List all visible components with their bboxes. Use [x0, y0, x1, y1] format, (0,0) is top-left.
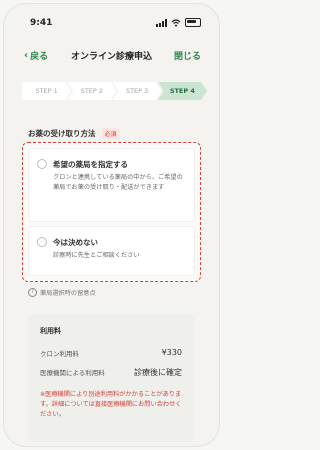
step-4-current: STEP 4	[157, 82, 207, 100]
fee-row: 医療機関による利用料 診療後に確定	[40, 367, 182, 378]
fee-card: 利用料 クロン利用料 ¥330 医療機関による利用料 診療後に確定 ※医療機関に…	[28, 314, 194, 442]
step-progress: STEP 1 STEP 2 STEP 3 STEP 4	[22, 82, 207, 100]
option-description: クロンと連携している薬局の中から、ご希望の薬局でお薬の受け取り・配送ができます	[53, 174, 183, 191]
receipt-options-group: 希望の薬局を指定する クロンと連携している薬局の中から、ご希望の薬局でお薬の受け…	[22, 142, 201, 282]
option-description: 診察時に先生とご相談ください	[53, 252, 140, 259]
phone-screen: 9:41 ‹ 戻る オンライン診療申込 閉じる STEP 1 STEP 2 ST…	[4, 4, 219, 446]
signal-icon	[156, 18, 167, 27]
status-time: 9:41	[30, 18, 53, 28]
wifi-icon	[171, 18, 181, 27]
fee-heading: 利用料	[40, 327, 61, 335]
close-button[interactable]: 閉じる	[174, 49, 201, 62]
step-2: STEP 2	[67, 82, 117, 100]
radio-button[interactable]	[37, 237, 47, 247]
receipt-method-heading: お薬の受け取り方法 必須	[28, 128, 120, 139]
fee-value: ¥330	[161, 348, 182, 357]
nav-bar: ‹ 戻る オンライン診療申込 閉じる	[4, 44, 219, 68]
status-icons	[156, 18, 201, 27]
fee-label: 医療機関による利用料	[40, 369, 105, 377]
option-title: 今は決めない	[53, 238, 98, 247]
status-bar: 9:41	[4, 4, 219, 38]
fee-value: 診療後に確定	[134, 368, 182, 377]
battery-icon	[185, 18, 201, 27]
fee-note: ※医療機関により別途利用料がかかることがあります。詳細については直接医療機関にお…	[40, 391, 182, 418]
step-1: STEP 1	[22, 82, 72, 100]
fee-label: クロン利用料	[40, 350, 79, 358]
section-title: お薬の受け取り方法	[28, 129, 96, 138]
fee-row: クロン利用料 ¥330	[40, 348, 182, 358]
info-icon: i	[28, 288, 37, 297]
pharmacy-notice-link[interactable]: i 薬局選択時の留意点	[28, 288, 96, 297]
option-title: 希望の薬局を指定する	[53, 160, 128, 169]
option-decide-later[interactable]: 今は決めない 診察時に先生とご相談ください	[28, 226, 195, 276]
required-badge: 必須	[101, 128, 120, 139]
radio-button[interactable]	[37, 159, 47, 169]
option-specify-pharmacy[interactable]: 希望の薬局を指定する クロンと連携している薬局の中から、ご希望の薬局でお薬の受け…	[28, 148, 195, 222]
notice-text: 薬局選択時の留意点	[40, 290, 96, 297]
step-3: STEP 3	[112, 82, 162, 100]
